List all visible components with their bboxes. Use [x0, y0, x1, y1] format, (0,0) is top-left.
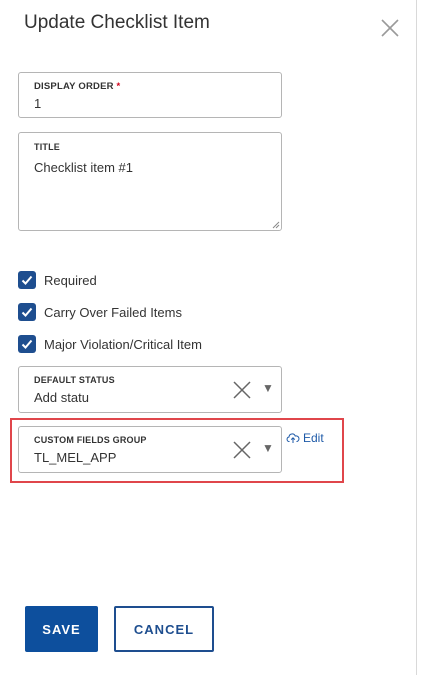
- default-status-value[interactable]: Add statu: [34, 390, 89, 405]
- required-label: Required: [44, 272, 97, 288]
- display-order-label: DISPLAY ORDER *: [34, 81, 121, 92]
- carry-over-checkbox[interactable]: [18, 303, 36, 321]
- close-icon: [381, 19, 399, 37]
- right-edge-strip: [417, 0, 422, 675]
- display-order-value[interactable]: 1: [34, 96, 41, 111]
- required-checkbox[interactable]: [18, 271, 36, 289]
- resize-handle-icon[interactable]: [272, 221, 280, 229]
- display-order-field[interactable]: DISPLAY ORDER * 1: [18, 72, 282, 118]
- title-label: TITLE: [34, 142, 60, 152]
- highlight-box: [10, 418, 344, 483]
- major-violation-label: Major Violation/Critical Item: [44, 336, 202, 352]
- carry-over-label: Carry Over Failed Items: [44, 304, 182, 320]
- save-button[interactable]: SAVE: [25, 606, 98, 652]
- title-value[interactable]: Checklist item #1: [34, 160, 133, 175]
- caret-down-icon[interactable]: ▼: [262, 381, 274, 395]
- checkmark-icon: [21, 275, 33, 285]
- update-checklist-item-panel: Update Checklist Item DISPLAY ORDER * 1 …: [0, 0, 416, 675]
- title-textarea[interactable]: TITLE Checklist item #1: [18, 132, 282, 231]
- major-violation-checkbox[interactable]: [18, 335, 36, 353]
- carry-over-checkbox-row[interactable]: Carry Over Failed Items: [18, 302, 182, 322]
- default-status-label: DEFAULT STATUS: [34, 375, 115, 385]
- default-status-select[interactable]: DEFAULT STATUS Add statu ▼: [18, 366, 282, 413]
- close-button[interactable]: [378, 16, 402, 40]
- required-asterisk: *: [116, 81, 121, 92]
- major-violation-checkbox-row[interactable]: Major Violation/Critical Item: [18, 334, 202, 354]
- dialog-title: Update Checklist Item: [24, 12, 210, 33]
- cancel-button[interactable]: CANCEL: [114, 606, 214, 652]
- checkmark-icon: [21, 307, 33, 317]
- clear-icon[interactable]: [231, 379, 253, 401]
- required-checkbox-row[interactable]: Required: [18, 270, 97, 290]
- checkmark-icon: [21, 339, 33, 349]
